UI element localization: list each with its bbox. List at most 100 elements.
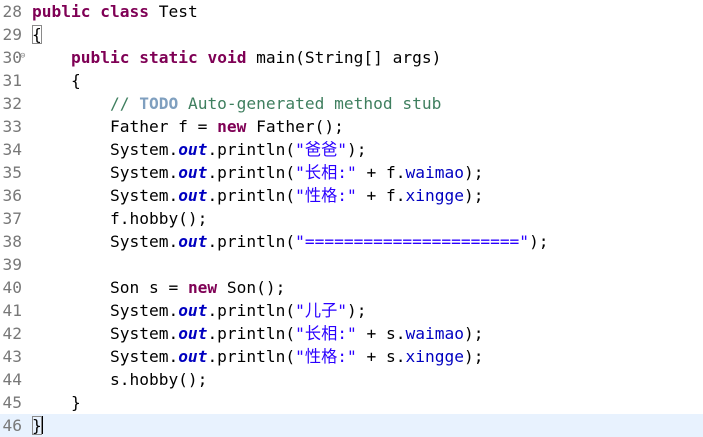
code-content[interactable]: { [32,23,42,46]
keyword-token: void [207,48,247,67]
code-text: + s. [356,324,406,343]
line-number: 34 [2,140,23,159]
keyword-token: public [70,48,130,67]
static-field-token: out [178,140,208,159]
code-content[interactable]: { [32,69,81,92]
code-line[interactable]: 43 System.out.println("性格:" + s.xingge); [0,345,703,368]
code-text: Test [148,2,198,21]
line-number: 38 [2,232,23,251]
code-line[interactable]: 45 } [0,391,703,414]
fold-collapse-icon[interactable]: ⊖ [20,46,30,66]
code-text: Father f = [32,117,218,136]
string-literal: "性格:" [295,186,357,205]
line-number: 36 [2,186,23,205]
keyword-token: class [100,2,149,21]
code-text: Father(); [246,117,344,136]
string-literal: "长相:" [295,324,357,343]
code-text: Son(); [217,278,286,297]
todo-tag: TODO [139,94,179,113]
field-token: xingge [405,347,464,366]
code-line[interactable]: 37 f.hobby(); [0,207,703,230]
code-content[interactable]: System.out.println("儿子"); [32,299,367,322]
code-line[interactable]: 36 System.out.println("性格:" + f.xingge); [0,184,703,207]
code-line[interactable]: 39 [0,253,703,276]
line-number: 30 [2,48,23,67]
code-line[interactable]: 40 Son s = new Son(); [0,276,703,299]
code-line[interactable]: 31 { [0,69,703,92]
code-text: .println( [207,347,296,366]
code-content[interactable]: System.out.println("性格:" + s.xingge); [32,345,484,368]
code-content[interactable]: Father f = new Father(); [32,115,344,138]
code-line[interactable]: 41 System.out.println("儿子"); [0,299,703,322]
code-line[interactable]: 30 ⊖ public static void main(String[] arg… [0,46,703,69]
code-text: ); [347,301,367,320]
static-field-token: out [178,347,208,366]
line-number: 44 [2,370,23,389]
code-content[interactable]: System.out.println("长相:" + s.waimao); [32,322,484,345]
code-content[interactable]: System.out.println("性格:" + f.xingge); [32,184,484,207]
code-line[interactable]: 34 System.out.println("爸爸"); [0,138,703,161]
field-token: waimao [405,163,464,182]
code-text: .println( [207,301,296,320]
line-number: 32 [2,94,23,113]
code-content[interactable]: s.hobby(); [32,368,207,391]
code-text: s.hobby(); [32,370,208,389]
code-line[interactable]: 33 Father f = new Father(); [0,115,703,138]
code-line[interactable]: 42 System.out.println("长相:" + s.waimao); [0,322,703,345]
keyword-token: new [217,117,247,136]
static-field-token: out [178,163,208,182]
code-content[interactable]: public class Test [32,0,198,23]
line-number: 29 [2,25,23,44]
line-number: 33 [2,117,23,136]
code-text: ); [464,163,484,182]
static-field-token: out [178,186,208,205]
static-field-token: out [178,324,208,343]
code-line[interactable]: 44 s.hobby(); [0,368,703,391]
code-text: System. [32,186,179,205]
line-number: 31 [2,71,23,90]
line-number: 28 [2,2,23,21]
code-content[interactable]: System.out.println("====================… [32,230,549,253]
code-text: .println( [207,324,296,343]
static-field-token: out [178,232,208,251]
code-content[interactable]: } [32,391,81,414]
keyword-token: public [32,2,91,21]
line-number: 41 [2,301,23,320]
code-text: .println( [207,140,296,159]
line-number: 35 [2,163,23,182]
code-content[interactable]: f.hobby(); [32,207,207,230]
code-content[interactable]: } [32,414,43,437]
code-content[interactable]: Son s = new Son(); [32,276,285,299]
code-content[interactable]: System.out.println("长相:" + f.waimao); [32,161,484,184]
keyword-token: static [139,48,198,67]
matched-bracket: { [32,25,42,44]
line-number: 45 [2,393,23,412]
field-token: waimao [405,324,464,343]
code-text: f.hobby(); [32,209,208,228]
code-line[interactable]: 46} [0,414,703,437]
line-number: 42 [2,324,23,343]
code-text: { [32,71,81,90]
code-text: .println( [207,163,296,182]
code-line[interactable]: 32 // TODO Auto-generated method stub [0,92,703,115]
code-text: main(String[] args) [246,48,442,67]
code-text: ); [347,140,367,159]
code-text: System. [32,163,179,182]
code-line[interactable]: 28 public class Test [0,0,703,23]
line-number: 46 [2,416,23,435]
code-text: ); [529,232,549,251]
code-editor[interactable]: 28 public class Test 29 {30 ⊖ public static … [0,0,703,437]
code-line[interactable]: 29 { [0,23,703,46]
code-content[interactable]: // TODO Auto-generated method stub [32,92,441,115]
code-content[interactable]: System.out.println("爸爸"); [32,138,367,161]
string-literal: "======================" [295,232,530,251]
code-text: + s. [356,347,406,366]
code-line[interactable]: 35 System.out.println("长相:" + f.waimao); [0,161,703,184]
code-content[interactable]: public static void main(String[] args) [32,46,441,69]
code-text: ); [464,347,484,366]
code-text: .println( [207,232,296,251]
code-line[interactable]: 38 System.out.println("=================… [0,230,703,253]
